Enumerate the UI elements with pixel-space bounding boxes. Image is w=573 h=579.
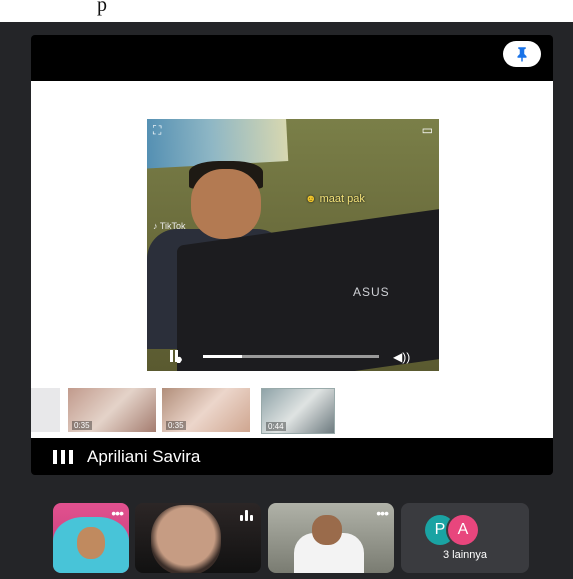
pin-button[interactable] xyxy=(503,41,541,67)
more-options-icon[interactable]: ••• xyxy=(111,505,124,521)
tiktok-watermark: ♪ TikTok xyxy=(153,221,186,231)
stage-header xyxy=(31,35,553,81)
thumbnail-2[interactable]: 0:35 xyxy=(162,388,250,432)
pause-icon[interactable] xyxy=(169,349,185,363)
tiktok-icon: ♪ xyxy=(153,221,158,231)
expand-icon[interactable]: ⛶ xyxy=(153,123,161,138)
participant-tile-3[interactable]: ••• xyxy=(268,503,394,573)
laptop-logo: ASUS xyxy=(353,285,390,299)
participant-face xyxy=(77,527,105,559)
video-progress-bar[interactable] xyxy=(203,355,379,358)
thumbnail-duration: 0:44 xyxy=(266,422,286,431)
thumbnail-duration: 0:35 xyxy=(166,421,186,430)
participant-strip: ••• ••• P A 3 lainnya xyxy=(0,500,573,579)
thumbnail-1[interactable]: 0:35 xyxy=(68,388,156,432)
presenter-name: Apriliani Savira xyxy=(87,446,201,466)
more-options-icon[interactable]: ••• xyxy=(376,505,389,521)
others-count-label: 3 lainnya xyxy=(442,549,488,561)
top-fragment-text: p xyxy=(97,0,107,16)
participant-tile-1[interactable]: ••• xyxy=(53,503,129,573)
others-tile[interactable]: P A 3 lainnya xyxy=(401,503,529,573)
video-progress-fill xyxy=(203,355,242,358)
person-face xyxy=(191,169,261,239)
speaking-indicator-icon xyxy=(240,510,253,521)
presentation-stage: ASUS ♪ TikTok ☻ maat pak ⛶ ▭ ◀)) 0:35 0:3 xyxy=(31,35,553,475)
cast-icon[interactable]: ▭ xyxy=(422,123,433,137)
presenter-bar: Apriliani Savira xyxy=(31,438,553,475)
audio-level-icon xyxy=(53,449,75,464)
participant-tile-2[interactable] xyxy=(135,503,261,573)
video-caption: ☻ maat pak xyxy=(305,193,365,205)
volume-icon[interactable]: ◀)) xyxy=(393,350,410,364)
participant-face xyxy=(312,515,342,545)
shared-screen: ASUS ♪ TikTok ☻ maat pak ⛶ ▭ ◀)) 0:35 0:3 xyxy=(31,81,553,438)
participant-face xyxy=(151,505,221,573)
tiktok-label: TikTok xyxy=(159,221,186,231)
thumbnail-0[interactable] xyxy=(31,388,60,432)
meeting-app: p ASUS ♪ TikTok ☻ maat pak ⛶ ▭ ◀)) 0:35 … xyxy=(0,0,573,579)
thumbnail-3[interactable]: 0:44 xyxy=(261,388,335,434)
top-strip: p xyxy=(0,0,573,22)
thumbnail-strip: 0:35 0:35 0:44 xyxy=(31,383,553,434)
shared-video[interactable]: ASUS ♪ TikTok ☻ maat pak ⛶ ▭ ◀)) xyxy=(147,119,439,371)
avatar: A xyxy=(448,515,478,545)
caption-text: maat pak xyxy=(319,193,365,205)
pin-icon xyxy=(517,47,527,62)
thumbnail-duration: 0:35 xyxy=(72,421,92,430)
emoji-icon: ☻ xyxy=(305,193,317,205)
